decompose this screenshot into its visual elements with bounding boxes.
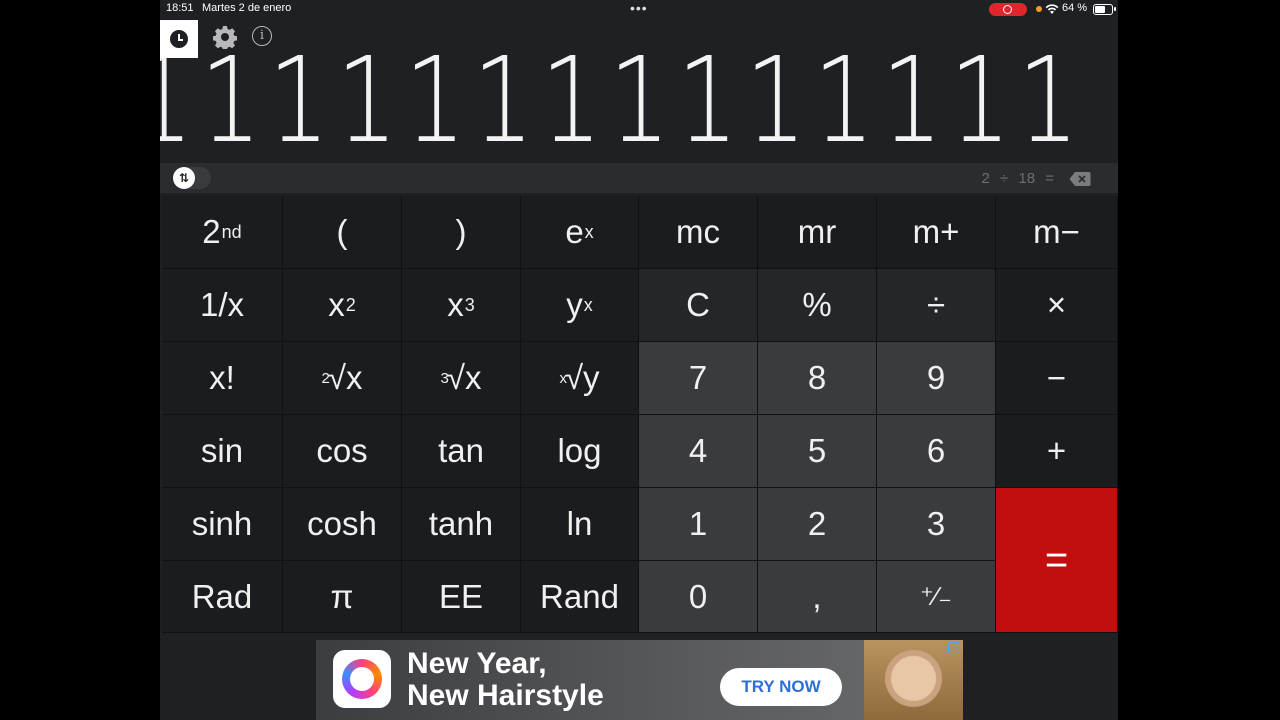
power-key[interactable]: yx: [521, 269, 639, 342]
status-bar: 18:51 Martes 2 de enero ••• 64 %: [160, 0, 1118, 18]
digit-7-key[interactable]: 7: [639, 342, 758, 415]
record-icon: [1003, 5, 1012, 14]
multiply-key[interactable]: ×: [996, 269, 1118, 342]
cube-key[interactable]: x3: [402, 269, 521, 342]
digit-6-key[interactable]: 6: [877, 415, 996, 488]
calculator-screen: 18:51 Martes 2 de enero ••• 64 % i 0,111…: [160, 0, 1118, 720]
factorial-key[interactable]: x!: [162, 342, 283, 415]
percent-key[interactable]: %: [758, 269, 877, 342]
square-key[interactable]: x2: [283, 269, 402, 342]
ad-banner[interactable]: New Year, New Hairstyle TRY NOW ▷: [316, 640, 963, 720]
ad-choices-icon[interactable]: ▷: [948, 642, 960, 654]
ad-line-1: New Year,: [407, 647, 547, 680]
equals-key[interactable]: =: [996, 488, 1118, 633]
digit-9-key[interactable]: 9: [877, 342, 996, 415]
minus-key[interactable]: −: [996, 342, 1118, 415]
pi-key[interactable]: π: [283, 561, 402, 633]
close-paren-key[interactable]: ): [402, 196, 521, 269]
memory-recall-key[interactable]: mr: [758, 196, 877, 269]
app-logo-icon: [333, 650, 391, 708]
expression-text: 2 ÷ 18 =: [981, 170, 1054, 187]
plus-minus-key[interactable]: ⁺∕₋: [877, 561, 996, 633]
mode-toggle[interactable]: ⇅: [173, 167, 211, 189]
sin-key[interactable]: sin: [162, 415, 283, 488]
tan-key[interactable]: tan: [402, 415, 521, 488]
status-time: 18:51: [166, 2, 194, 14]
clear-key[interactable]: C: [639, 269, 758, 342]
expression-strip: ⇅ 2 ÷ 18 =: [160, 163, 1118, 193]
backspace-icon[interactable]: [1069, 171, 1091, 187]
square-root-key[interactable]: 2 √x: [283, 342, 402, 415]
try-now-button[interactable]: TRY NOW: [720, 668, 842, 706]
memory-subtract-key[interactable]: m−: [996, 196, 1118, 269]
tanh-key[interactable]: tanh: [402, 488, 521, 561]
multitasking-dots[interactable]: •••: [630, 0, 648, 16]
battery-icon: [1093, 4, 1116, 15]
digit-0-key[interactable]: 0: [639, 561, 758, 633]
cosh-key[interactable]: cosh: [283, 488, 402, 561]
digit-8-key[interactable]: 8: [758, 342, 877, 415]
keypad: 2nd ( ) ex mc mr m+ m− 1/x x2 x3 yx C % …: [162, 196, 1118, 633]
exp-key[interactable]: ex: [521, 196, 639, 269]
digit-2-key[interactable]: 2: [758, 488, 877, 561]
result-display: 0,11111111111111: [160, 31, 1087, 169]
memory-add-key[interactable]: m+: [877, 196, 996, 269]
battery-percentage: 64 %: [1062, 2, 1088, 14]
memory-clear-key[interactable]: mc: [639, 196, 758, 269]
ee-key[interactable]: EE: [402, 561, 521, 633]
ad-headline: New Year, New Hairstyle: [407, 648, 604, 712]
open-paren-key[interactable]: (: [283, 196, 402, 269]
rad-key[interactable]: Rad: [162, 561, 283, 633]
cos-key[interactable]: cos: [283, 415, 402, 488]
ad-line-2: New Hairstyle: [407, 679, 604, 712]
plus-key[interactable]: +: [996, 415, 1118, 488]
decimal-comma-key[interactable]: ,: [758, 561, 877, 633]
digit-3-key[interactable]: 3: [877, 488, 996, 561]
cube-root-key[interactable]: 3 √x: [402, 342, 521, 415]
swap-icon: ⇅: [173, 167, 195, 189]
log-key[interactable]: log: [521, 415, 639, 488]
second-key[interactable]: 2nd: [162, 196, 283, 269]
reciprocal-key[interactable]: 1/x: [162, 269, 283, 342]
screen-recording-indicator[interactable]: [989, 3, 1027, 16]
divide-key[interactable]: ÷: [877, 269, 996, 342]
digit-5-key[interactable]: 5: [758, 415, 877, 488]
status-date: Martes 2 de enero: [202, 2, 292, 14]
ln-key[interactable]: ln: [521, 488, 639, 561]
rand-key[interactable]: Rand: [521, 561, 639, 633]
sinh-key[interactable]: sinh: [162, 488, 283, 561]
mic-indicator-icon: [1036, 6, 1042, 12]
digit-4-key[interactable]: 4: [639, 415, 758, 488]
wifi-icon: [1045, 4, 1059, 14]
digit-1-key[interactable]: 1: [639, 488, 758, 561]
nth-root-key[interactable]: x √y: [521, 342, 639, 415]
